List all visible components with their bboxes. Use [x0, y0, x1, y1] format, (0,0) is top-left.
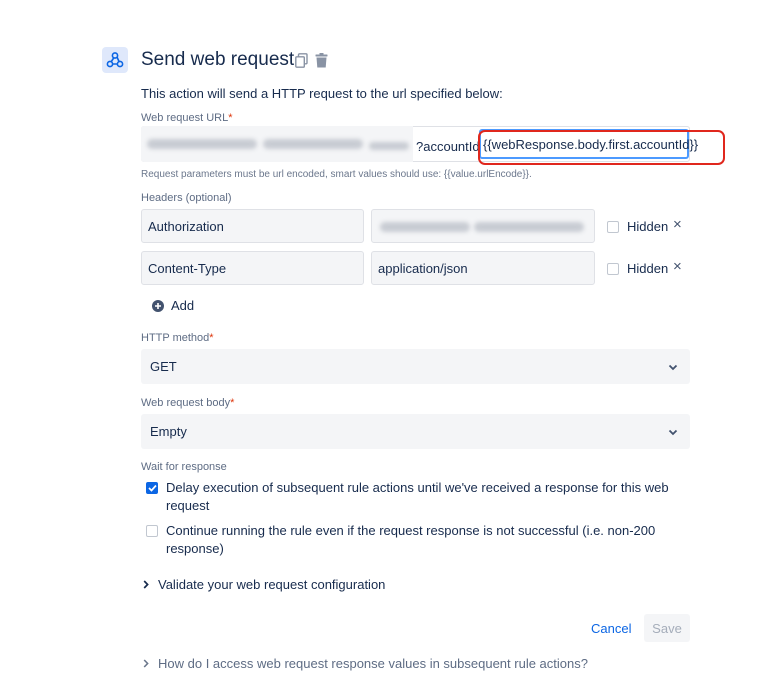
- trash-icon[interactable]: [313, 52, 329, 68]
- request-body-value: Empty: [150, 424, 187, 439]
- http-method-value: GET: [150, 359, 177, 374]
- add-header-button[interactable]: Add: [152, 298, 194, 313]
- url-hint: Request parameters must be url encoded, …: [141, 169, 532, 180]
- help-expander[interactable]: How do I access web request response val…: [143, 656, 588, 671]
- delay-execution-option[interactable]: Delay execution of subsequent rule actio…: [146, 479, 669, 515]
- header-name-input[interactable]: Content-Type: [141, 251, 364, 285]
- request-body-select[interactable]: Empty: [141, 414, 690, 449]
- header-name-value: Content-Type: [148, 260, 227, 276]
- validate-config-label: Validate your web request configuration: [158, 577, 386, 592]
- continue-running-option[interactable]: Continue running the rule even if the re…: [146, 522, 655, 558]
- header-name-value: Authorization: [148, 218, 224, 234]
- continue-running-text: Continue running the rule even if the re…: [166, 523, 656, 556]
- url-redacted-region: [141, 126, 413, 162]
- cancel-button[interactable]: Cancel: [591, 621, 631, 636]
- action-title: Send web request: [141, 49, 295, 70]
- action-description: This action will send a HTTP request to …: [141, 86, 503, 101]
- add-header-label: Add: [171, 298, 195, 313]
- chevron-right-icon: [143, 577, 149, 592]
- plus-icon: [152, 299, 164, 312]
- url-label: Web request URL*: [141, 112, 233, 124]
- http-method-select[interactable]: GET: [141, 349, 690, 384]
- wait-for-response-label: Wait for response: [141, 461, 227, 473]
- delay-execution-text: Delay execution of subsequent rule actio…: [166, 480, 669, 513]
- save-button[interactable]: Save: [644, 614, 690, 642]
- remove-header-icon[interactable]: ×: [673, 216, 682, 233]
- headers-label: Headers (optional): [141, 192, 232, 204]
- validate-config-expander[interactable]: Validate your web request configuration: [143, 577, 385, 592]
- header-name-input[interactable]: Authorization: [141, 209, 364, 243]
- url-query-prefix: ?accountId=: [416, 139, 488, 154]
- copy-icon[interactable]: [293, 52, 309, 68]
- annotation-highlight-box: [478, 130, 725, 165]
- hidden-label: Hidden: [627, 261, 669, 276]
- checkbox-unchecked[interactable]: [146, 525, 158, 537]
- chevron-down-icon: [668, 359, 678, 374]
- header-value-input[interactable]: application/json: [371, 251, 595, 285]
- hidden-checkbox[interactable]: [607, 263, 619, 275]
- hidden-label: Hidden: [627, 219, 669, 234]
- chevron-right-icon: [143, 656, 149, 671]
- header-value-input[interactable]: [371, 209, 595, 243]
- checkbox-checked[interactable]: [146, 482, 158, 494]
- chevron-down-icon: [668, 424, 678, 439]
- request-body-label: Web request body*: [141, 397, 235, 409]
- hidden-checkbox[interactable]: [607, 221, 619, 233]
- header-value-text: application/json: [378, 260, 468, 276]
- http-method-label: HTTP method*: [141, 332, 214, 344]
- remove-header-icon[interactable]: ×: [673, 258, 682, 275]
- help-link-label: How do I access web request response val…: [158, 656, 588, 671]
- webhook-icon: [102, 47, 128, 73]
